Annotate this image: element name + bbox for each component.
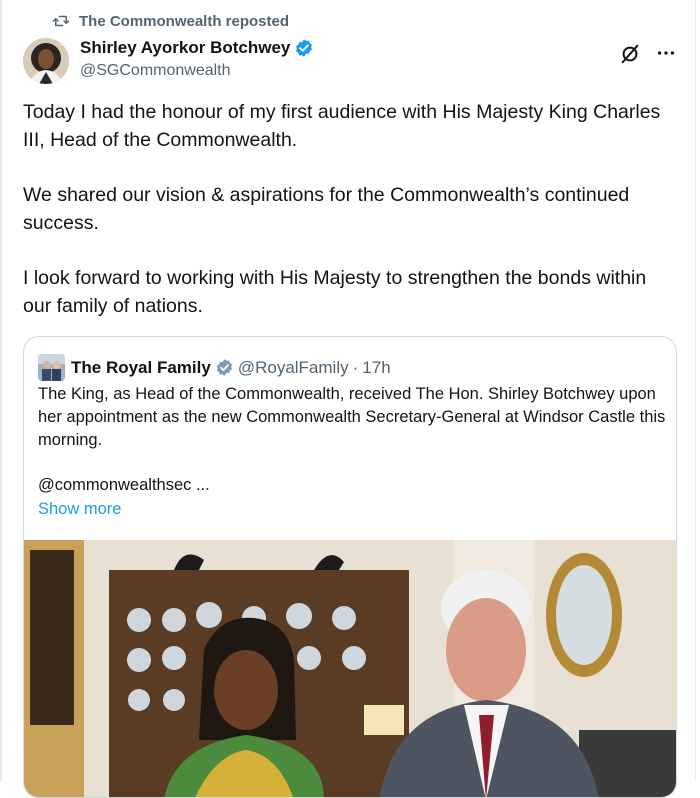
author-avatar[interactable] bbox=[23, 38, 69, 84]
quote-timestamp[interactable]: 17h bbox=[362, 358, 390, 378]
repost-banner[interactable]: The Commonwealth reposted bbox=[52, 12, 289, 30]
tweet-paragraph: Today I had the honour of my first audie… bbox=[23, 101, 661, 151]
author-name-row[interactable]: Shirley Ayorkor Botchwey bbox=[80, 38, 314, 58]
repost-label: The Commonwealth reposted bbox=[79, 12, 290, 30]
quoted-tweet-card[interactable]: The Royal Family @RoyalFamily · 17h The … bbox=[23, 336, 677, 798]
show-more-link[interactable]: Show more bbox=[38, 500, 121, 519]
tweet-paragraph: We shared our vision & aspirations for t… bbox=[23, 184, 630, 234]
quote-header: The Royal Family @RoyalFamily · 17h bbox=[38, 354, 391, 381]
frame-border-right bbox=[695, 0, 696, 781]
quote-photo[interactable] bbox=[24, 540, 676, 798]
quote-text: The King, as Head of the Commonwealth, r… bbox=[38, 385, 666, 449]
verified-badge-icon bbox=[296, 39, 313, 57]
quote-separator: · bbox=[352, 357, 359, 377]
verified-badge-icon bbox=[216, 359, 232, 376]
quote-avatar[interactable] bbox=[38, 354, 65, 381]
more-icon[interactable] bbox=[655, 42, 677, 64]
quote-author-name[interactable]: The Royal Family bbox=[71, 358, 211, 378]
frame-border-left bbox=[0, 0, 2, 781]
grok-icon[interactable] bbox=[619, 43, 641, 65]
tweet-paragraph: I look forward to working with His Majes… bbox=[23, 267, 647, 317]
quote-author-handle[interactable]: @RoyalFamily bbox=[238, 358, 349, 378]
author-name[interactable]: Shirley Ayorkor Botchwey bbox=[80, 38, 290, 58]
repost-icon bbox=[52, 15, 70, 27]
author-handle[interactable]: @SGCommonwealth bbox=[80, 62, 231, 80]
quote-mention[interactable]: @commonwealthsec ... bbox=[38, 476, 210, 495]
tweet-text: Today I had the honour of my first audie… bbox=[23, 98, 673, 347]
